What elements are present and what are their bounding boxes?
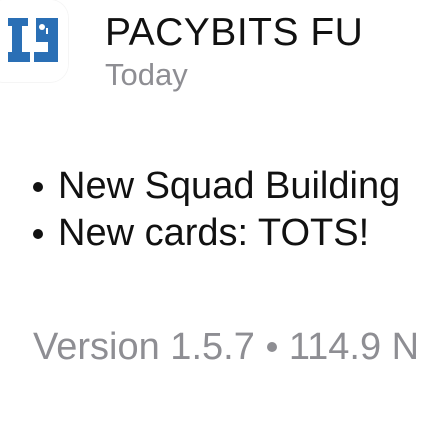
- bullet-icon: [33, 181, 43, 192]
- download-size: 114.9 N: [288, 326, 420, 368]
- app-update-card[interactable]: PACYBITS FU Today New Squad Building New…: [0, 0, 429, 429]
- pacybits-19-icon[interactable]: [0, 0, 68, 82]
- update-date: Today: [105, 57, 188, 92]
- app-name[interactable]: PACYBITS FU: [105, 11, 363, 55]
- version-size-row: Version 1.5.7 114.9 N: [33, 325, 419, 369]
- release-note-item: New cards: TOTS!: [33, 210, 400, 257]
- bullet-icon: [33, 228, 43, 239]
- version-label: Version 1.5.7: [33, 326, 255, 368]
- separator-dot-icon: [266, 342, 277, 352]
- release-note-text: New cards: TOTS!: [58, 212, 370, 254]
- release-notes-list: New Squad Building New cards: TOTS!: [33, 163, 400, 257]
- release-note-item: New Squad Building: [33, 163, 400, 210]
- release-note-text: New Squad Building: [58, 165, 401, 207]
